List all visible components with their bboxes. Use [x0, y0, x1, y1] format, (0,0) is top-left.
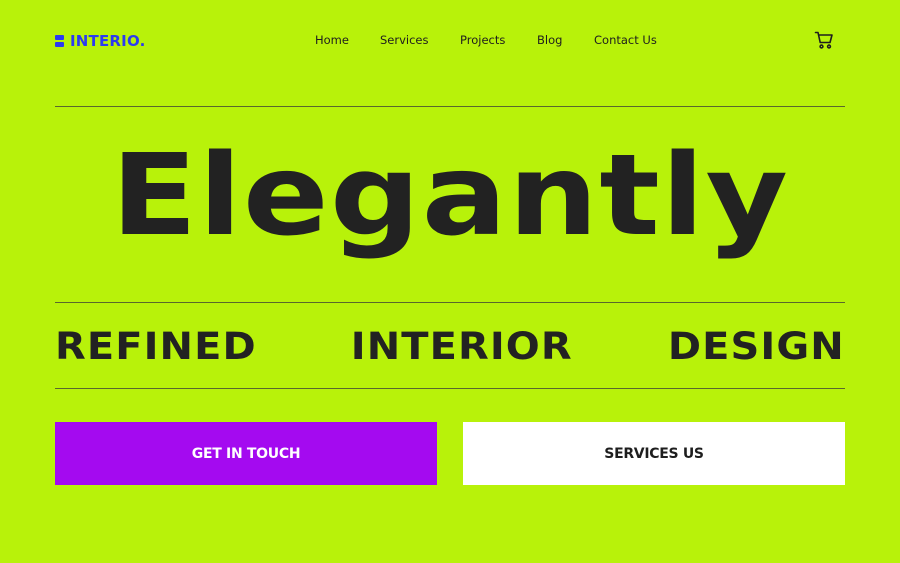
- nav-item-blog[interactable]: Blog: [537, 33, 562, 47]
- subheadline-word-interior: INTERIOR: [350, 325, 573, 368]
- services-button[interactable]: SERVICES US: [463, 422, 845, 485]
- brand-name: INTERIO.: [70, 32, 146, 50]
- hero-subheadline: REFINED INTERIOR DESIGN: [55, 326, 845, 368]
- nav-item-projects[interactable]: Projects: [460, 33, 505, 47]
- hero-headline: Elegantly: [110, 131, 790, 261]
- subheadline-word-refined: REFINED: [55, 325, 257, 368]
- nav-item-services[interactable]: Services: [380, 33, 429, 47]
- nav-item-contact-us[interactable]: Contact Us: [594, 33, 657, 47]
- nav-item-home[interactable]: Home: [315, 33, 349, 47]
- divider-middle: [55, 302, 845, 303]
- subheadline-word-design: DESIGN: [668, 325, 845, 368]
- get-in-touch-button[interactable]: GET IN TOUCH: [55, 422, 437, 485]
- logo-mark-icon: [55, 35, 64, 47]
- shopping-cart-icon[interactable]: [814, 30, 834, 50]
- brand-logo[interactable]: INTERIO.: [55, 30, 145, 52]
- divider-bottom: [55, 388, 845, 389]
- divider-top: [55, 106, 845, 107]
- landing-page: INTERIO. Home Services Projects Blog Con…: [0, 0, 900, 563]
